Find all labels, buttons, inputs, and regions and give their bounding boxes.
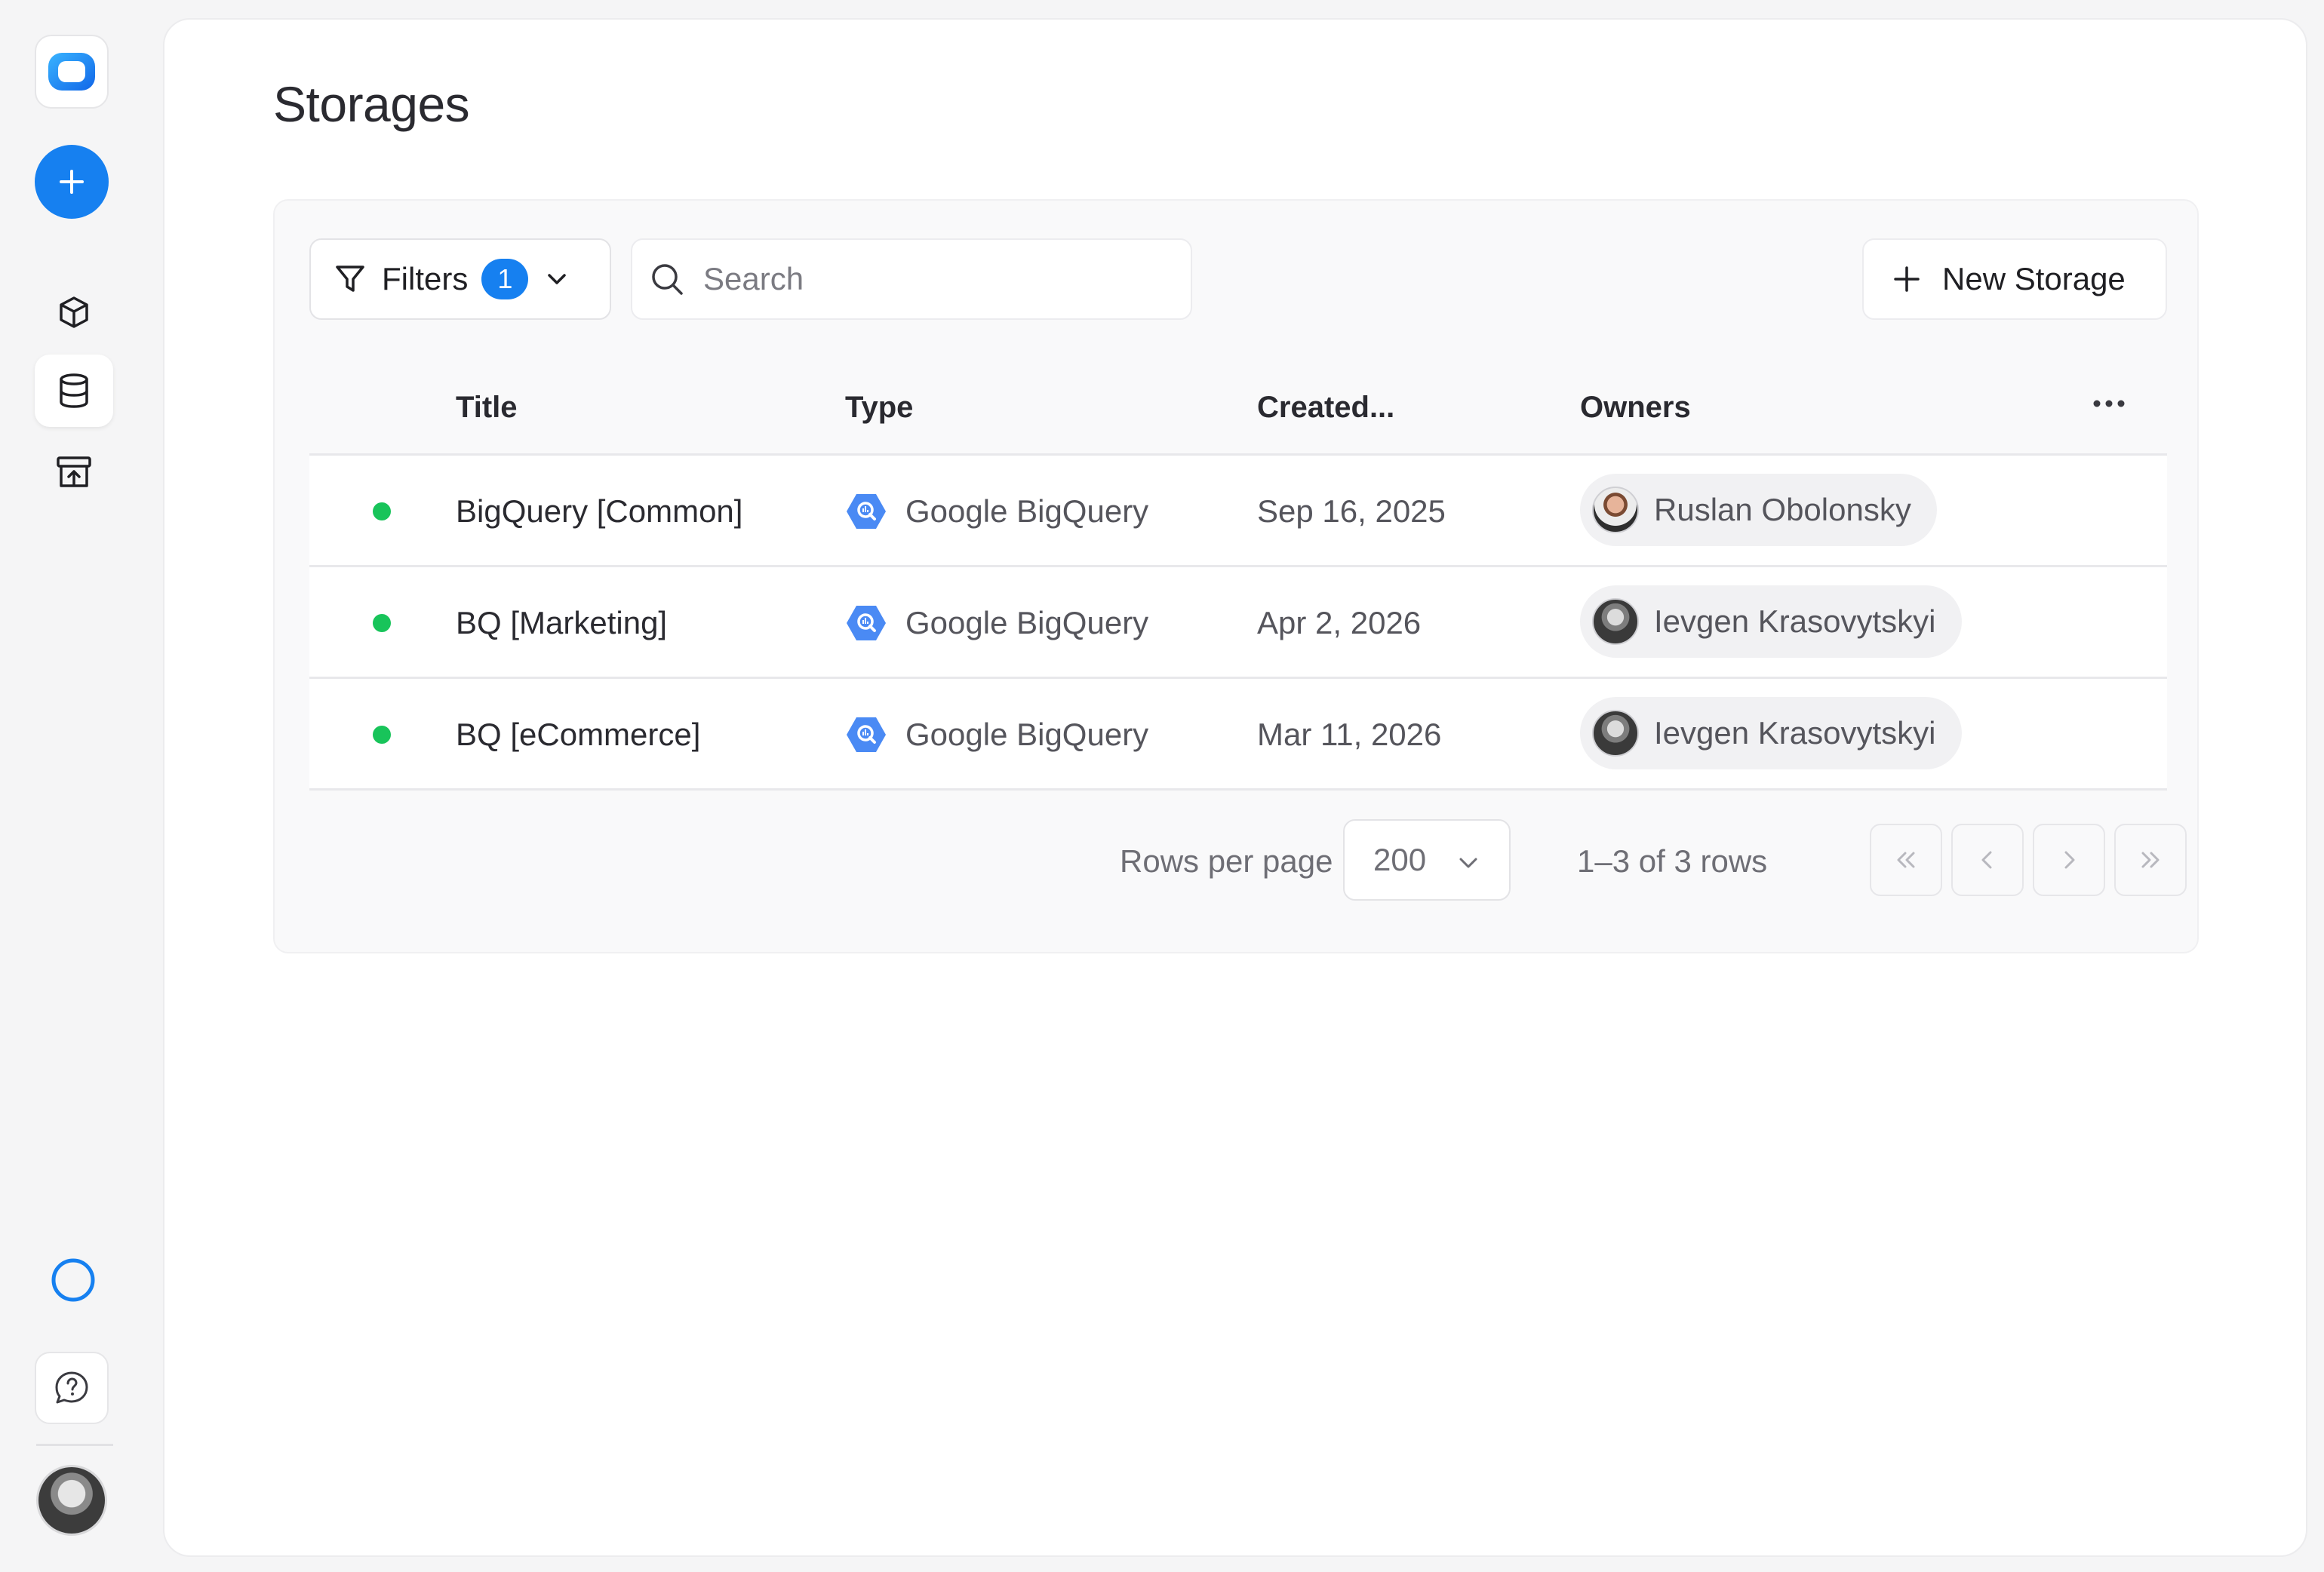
column-header-owners[interactable]: Owners xyxy=(1580,391,1691,425)
owner-chip[interactable]: Ruslan Obolonsky xyxy=(1580,474,1937,546)
owner-avatar xyxy=(1592,710,1639,757)
owner-name: Ievgen Krasovytskyi xyxy=(1654,715,1936,751)
main-panel: Storages Filters 1 New Storage xyxy=(163,18,2307,1557)
help-button[interactable] xyxy=(35,1352,109,1424)
owner-avatar xyxy=(1592,487,1639,533)
chevron-down-icon xyxy=(548,274,567,284)
filters-count-badge: 1 xyxy=(481,259,529,299)
archive-upload-icon xyxy=(57,456,91,487)
status-dot-active xyxy=(373,726,391,744)
chevrons-left-icon xyxy=(1897,852,1915,868)
owner-name: Ruslan Obolonsky xyxy=(1654,492,1911,527)
cell-created: Mar 11, 2026 xyxy=(1257,717,1442,752)
sidebar xyxy=(0,0,148,1572)
column-header-type[interactable]: Type xyxy=(845,391,913,425)
filters-button[interactable]: Filters 1 xyxy=(309,238,611,320)
type-label: Google BigQuery xyxy=(905,605,1149,640)
add-button[interactable] xyxy=(35,145,109,219)
search-icon xyxy=(652,264,683,295)
owner-chip[interactable]: Ievgen Krasovytskyi xyxy=(1580,697,1962,769)
table-header: Title Type Created... Owners xyxy=(309,359,2167,456)
cell-type: Google BigQuery xyxy=(845,679,1148,791)
plus-icon xyxy=(60,170,84,194)
cell-type: Google BigQuery xyxy=(845,567,1148,679)
cell-title: BQ [Marketing] xyxy=(456,605,668,640)
cell-title: BigQuery [Common] xyxy=(456,493,743,529)
previous-page-button[interactable] xyxy=(1951,824,2024,896)
status-dot-active xyxy=(373,502,391,520)
search-input[interactable] xyxy=(703,261,1156,297)
loading-ring-icon xyxy=(50,1257,97,1303)
sidebar-item-archive[interactable] xyxy=(35,436,113,508)
table-row[interactable]: BQ [eCommerce] Google BigQuery Mar 11, 2… xyxy=(309,679,2167,791)
user-avatar[interactable] xyxy=(36,1465,107,1536)
bigquery-icon xyxy=(847,606,886,640)
chevrons-right-icon xyxy=(2141,852,2160,868)
table-row[interactable]: BQ [Marketing] Google BigQuery Apr 2, 20… xyxy=(309,567,2167,679)
cell-created: Sep 16, 2025 xyxy=(1257,493,1446,529)
owner-avatar xyxy=(1592,598,1639,645)
filters-label: Filters xyxy=(382,261,469,296)
sidebar-item-storages[interactable] xyxy=(35,355,113,427)
rows-per-page-select[interactable]: 200 xyxy=(1343,819,1511,901)
more-options-icon[interactable] xyxy=(2083,385,2135,422)
new-storage-label: New Storage xyxy=(1942,261,2126,296)
chevron-right-icon xyxy=(2064,851,2075,869)
owner-chip[interactable]: Ievgen Krasovytskyi xyxy=(1580,585,1962,658)
owner-name: Ievgen Krasovytskyi xyxy=(1654,603,1936,639)
column-header-created[interactable]: Created... xyxy=(1257,391,1394,425)
storages-table: Title Type Created... Owners BigQuery [C… xyxy=(309,359,2167,791)
app-logo-icon[interactable] xyxy=(35,35,109,109)
first-page-button[interactable] xyxy=(1870,824,1942,896)
filter-icon xyxy=(336,266,364,292)
status-dot-active xyxy=(373,614,391,632)
chat-help-icon xyxy=(55,1371,88,1404)
type-label: Google BigQuery xyxy=(905,493,1149,529)
cell-created: Apr 2, 2026 xyxy=(1257,605,1422,640)
chevron-left-icon xyxy=(1981,851,1992,869)
rows-range-text: 1–3 of 3 rows xyxy=(1577,843,1768,879)
search-box[interactable] xyxy=(631,238,1192,320)
sidebar-divider xyxy=(36,1444,113,1446)
cell-type: Google BigQuery xyxy=(845,456,1148,567)
sidebar-item-models[interactable] xyxy=(35,276,113,348)
cube-icon xyxy=(60,296,88,328)
bigquery-icon xyxy=(847,494,886,529)
plus-icon xyxy=(1894,266,1920,292)
chevron-down-icon xyxy=(1459,858,1477,868)
page-title: Storages xyxy=(273,76,470,132)
database-icon xyxy=(60,373,88,408)
table-row[interactable]: BigQuery [Common] Google BigQuery Sep 16… xyxy=(309,456,2167,567)
storages-card: Filters 1 New Storage Title Type C xyxy=(273,199,2199,953)
new-storage-button[interactable]: New Storage xyxy=(1862,238,2167,320)
column-header-title[interactable]: Title xyxy=(456,391,518,425)
last-page-button[interactable] xyxy=(2114,824,2187,896)
next-page-button[interactable] xyxy=(2033,824,2105,896)
type-label: Google BigQuery xyxy=(905,717,1149,752)
rows-per-page-value: 200 xyxy=(1373,842,1427,877)
bigquery-icon xyxy=(847,717,886,752)
rows-per-page-label: Rows per page xyxy=(1120,843,1333,879)
pagination: Rows per page 200 1–3 of 3 rows xyxy=(275,819,2200,902)
cell-title: BQ [eCommerce] xyxy=(456,717,701,752)
